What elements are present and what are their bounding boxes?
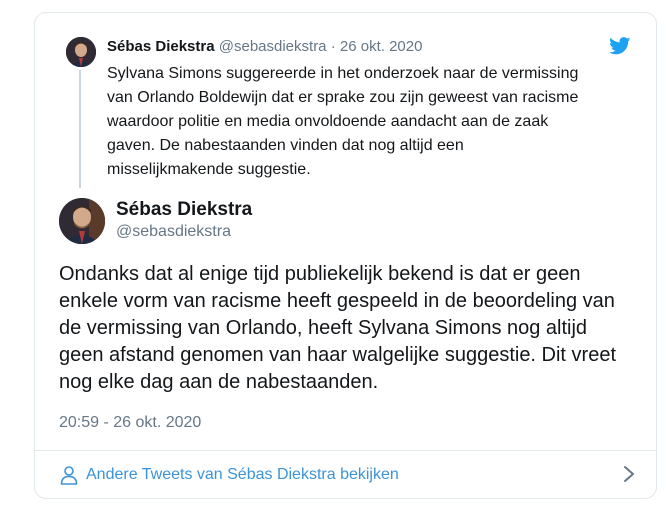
- reply-text-line: misselijkmakende suggestie.: [107, 161, 311, 178]
- author-handle[interactable]: @sebasdiekstra: [116, 223, 231, 241]
- tweet-text-line: Ondanks dat al enige tijd publiekelijk b…: [59, 263, 581, 285]
- tweet-text-line: enkele vorm van racisme heeft gespeeld i…: [59, 290, 615, 312]
- twitter-bird-icon[interactable]: [609, 37, 631, 55]
- reply-text-line: van Orlando Boldewijn dat er sprake zou …: [107, 89, 579, 106]
- more-tweets-label: Andere Tweets van Sébas Diekstra bekijke…: [86, 466, 399, 483]
- tweet-text-line: geen afstand genomen van haar walgelijke…: [59, 344, 617, 366]
- chevron-right-icon: [624, 466, 634, 482]
- reply-header: Sébas Diekstra @sebasdiekstra · 26 okt. …: [107, 38, 422, 55]
- tweet-text-line: de vermissing van Orlando, heeft Sylvana…: [59, 317, 588, 339]
- reply-avatar[interactable]: [66, 37, 96, 67]
- author-name[interactable]: Sébas Diekstra: [116, 199, 252, 221]
- reply-separator: ·: [330, 38, 336, 55]
- reply-author-handle[interactable]: @sebasdiekstra: [219, 38, 327, 55]
- reply-text-line: waardoor politie en media onvoldoende aa…: [107, 113, 549, 130]
- tweet-timestamp[interactable]: 20:59 - 26 okt. 2020: [59, 414, 201, 432]
- person-icon: [60, 466, 78, 485]
- thread-connector-line: [79, 70, 81, 188]
- reply-author-name[interactable]: Sébas Diekstra: [107, 38, 215, 55]
- tweet-text-line: nog elke dag aan de nabestaanden.: [59, 371, 379, 393]
- author-avatar[interactable]: [59, 198, 105, 244]
- reply-text-line: gaven. De nabestaanden vinden dat nog al…: [107, 137, 464, 154]
- reply-text-line: Sylvana Simons suggereerde in het onderz…: [107, 65, 579, 82]
- reply-date[interactable]: 26 okt. 2020: [340, 38, 423, 55]
- reply-tweet-text: Sylvana Simons suggereerde in het onderz…: [107, 62, 627, 182]
- tweet-text: Ondanks dat al enige tijd publiekelijk b…: [59, 261, 639, 396]
- more-tweets-link[interactable]: Andere Tweets van Sébas Diekstra bekijke…: [60, 462, 635, 488]
- footer-divider: [34, 450, 657, 451]
